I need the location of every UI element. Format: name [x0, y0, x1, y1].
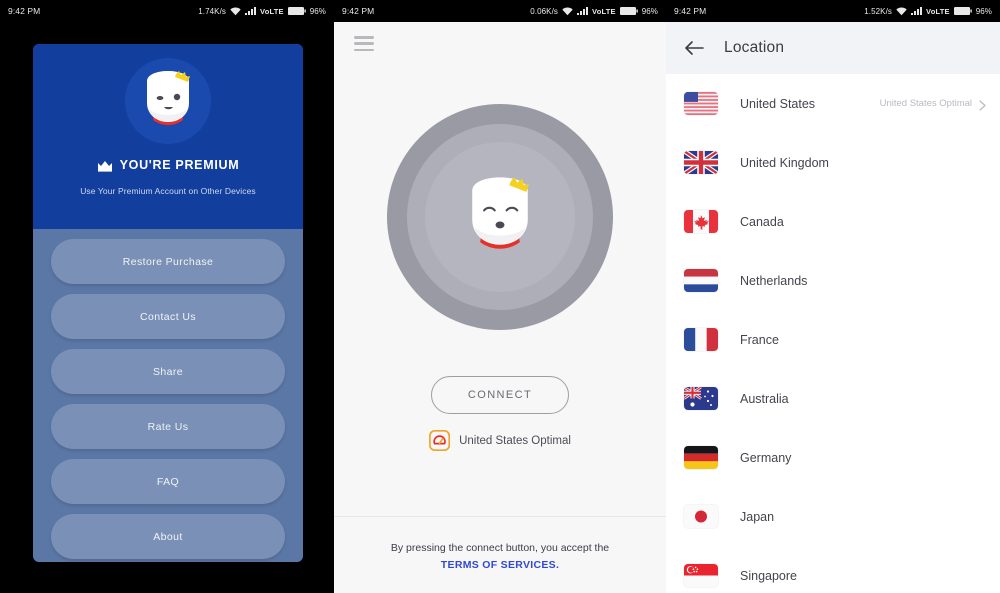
- location-name: Australia: [740, 391, 789, 406]
- premium-title-row: YOU'RE PREMIUM: [97, 158, 240, 172]
- premium-subtitle: Use Your Premium Account on Other Device…: [80, 186, 256, 196]
- signal-bars-icon: [577, 6, 589, 16]
- location-name: Singapore: [740, 568, 797, 583]
- connect-ring-mid: [407, 124, 593, 310]
- menu-button-about[interactable]: About: [51, 514, 285, 559]
- wifi-icon: [562, 7, 573, 16]
- panel-premium-menu: 9:42 PM 1.74K/s VoLTE 96% YOU'RE PREMIUM…: [0, 0, 334, 593]
- selected-server-row[interactable]: United States Optimal: [429, 429, 571, 452]
- location-subtitle: United States Optimal: [879, 98, 972, 109]
- mascot-icon: [147, 71, 190, 125]
- hamburger-menu-icon[interactable]: [354, 36, 374, 51]
- panel-connect: 9:42 PM 0.06K/s VoLTE 96% CONNECT United…: [334, 0, 666, 593]
- location-name: United Kingdom: [740, 155, 829, 170]
- battery-percent: 96%: [309, 6, 326, 16]
- signal-bars-icon: [245, 6, 257, 16]
- signal-bars-icon: [911, 6, 923, 16]
- premium-panel-frame: YOU'RE PREMIUM Use Your Premium Account …: [33, 44, 303, 562]
- premium-card: YOU'RE PREMIUM Use Your Premium Account …: [33, 44, 303, 229]
- nl-flag-icon: [684, 269, 718, 292]
- de-flag-icon: [684, 446, 718, 469]
- premium-menu-list: Restore Purchase Contact Us Share Rate U…: [33, 229, 303, 559]
- connect-status-ring[interactable]: [387, 104, 613, 330]
- menu-button-share[interactable]: Share: [51, 349, 285, 394]
- uk-flag-icon: [684, 151, 718, 174]
- location-name: Japan: [740, 509, 775, 524]
- status-network-speed: 1.74K/s: [198, 6, 227, 16]
- sg-flag-icon: [684, 564, 718, 587]
- volte-label: VoLTE: [926, 6, 950, 16]
- location-row-japan[interactable]: Japan: [666, 487, 1000, 546]
- premium-title: YOU'RE PREMIUM: [119, 158, 240, 172]
- volte-label: VoLTE: [260, 6, 284, 16]
- back-arrow-icon[interactable]: [684, 40, 704, 56]
- connect-ring-inner: [425, 142, 575, 292]
- location-row-united-states[interactable]: United States United States Optimal: [666, 74, 1000, 133]
- screenshot-root: 9:42 PM 1.74K/s VoLTE 96% YOU'RE PREMIUM…: [0, 0, 1000, 593]
- status-bar-panel2: 9:42 PM 0.06K/s VoLTE 96%: [334, 0, 666, 22]
- location-row-netherlands[interactable]: Netherlands: [666, 251, 1000, 310]
- location-name: France: [740, 332, 779, 347]
- terms-divider: [334, 516, 666, 517]
- status-time: 9:42 PM: [342, 6, 375, 16]
- menu-button-restore-purchase[interactable]: Restore Purchase: [51, 239, 285, 284]
- menu-button-rate-us[interactable]: Rate Us: [51, 404, 285, 449]
- battery-icon: [619, 7, 638, 15]
- location-header: Location: [666, 22, 1000, 74]
- terms-of-services-link[interactable]: TERMS OF SERVICES.: [334, 557, 666, 574]
- location-row-australia[interactable]: Australia: [666, 369, 1000, 428]
- status-bar-panel1: 9:42 PM 1.74K/s VoLTE 96%: [0, 0, 334, 22]
- location-row-france[interactable]: France: [666, 310, 1000, 369]
- location-row-singapore[interactable]: Singapore: [666, 546, 1000, 593]
- speedometer-icon: [429, 429, 451, 452]
- chevron-right-icon[interactable]: [979, 98, 986, 111]
- us-flag-icon: [684, 92, 718, 115]
- location-list: United States United States Optimal Unit…: [666, 74, 1000, 593]
- ca-flag-icon: [684, 210, 718, 233]
- menu-button-contact-us[interactable]: Contact Us: [51, 294, 285, 339]
- terms-text: By pressing the connect button, you acce…: [390, 542, 610, 554]
- location-name: Netherlands: [740, 273, 808, 288]
- status-network-speed: 0.06K/s: [530, 6, 559, 16]
- connect-screen-body: CONNECT United States Optimal By pressin…: [334, 22, 666, 593]
- crown-icon: [97, 159, 113, 172]
- jp-flag-icon: [684, 505, 718, 528]
- panel-location-list: 9:42 PM 1.52K/s VoLTE 96% Location Unite…: [666, 0, 1000, 593]
- battery-icon: [287, 7, 306, 15]
- mascot-icon: [472, 177, 530, 249]
- volte-label: VoLTE: [592, 6, 616, 16]
- location-row-germany[interactable]: Germany: [666, 428, 1000, 487]
- au-flag-icon: [684, 387, 718, 410]
- selected-server-label: United States Optimal: [459, 434, 571, 447]
- status-time: 9:42 PM: [8, 6, 41, 16]
- page-title: Location: [724, 39, 785, 56]
- wifi-icon: [230, 7, 241, 16]
- location-name: Germany: [740, 450, 792, 465]
- wifi-icon: [896, 7, 907, 16]
- location-row-meta[interactable]: United States Optimal: [879, 98, 986, 111]
- location-row-canada[interactable]: Canada: [666, 192, 1000, 251]
- fr-flag-icon: [684, 328, 718, 351]
- status-network-speed: 1.52K/s: [864, 6, 893, 16]
- battery-percent: 96%: [641, 6, 658, 16]
- status-time: 9:42 PM: [674, 6, 707, 16]
- mascot-avatar: [125, 58, 211, 144]
- location-name: Canada: [740, 214, 784, 229]
- status-bar-panel3: 9:42 PM 1.52K/s VoLTE 96%: [666, 0, 1000, 22]
- location-row-united-kingdom[interactable]: United Kingdom: [666, 133, 1000, 192]
- menu-button-faq[interactable]: FAQ: [51, 459, 285, 504]
- battery-percent: 96%: [975, 6, 992, 16]
- terms-notice: By pressing the connect button, you acce…: [334, 540, 666, 574]
- battery-icon: [953, 7, 972, 15]
- location-name: United States: [740, 96, 816, 111]
- connect-button[interactable]: CONNECT: [431, 376, 569, 414]
